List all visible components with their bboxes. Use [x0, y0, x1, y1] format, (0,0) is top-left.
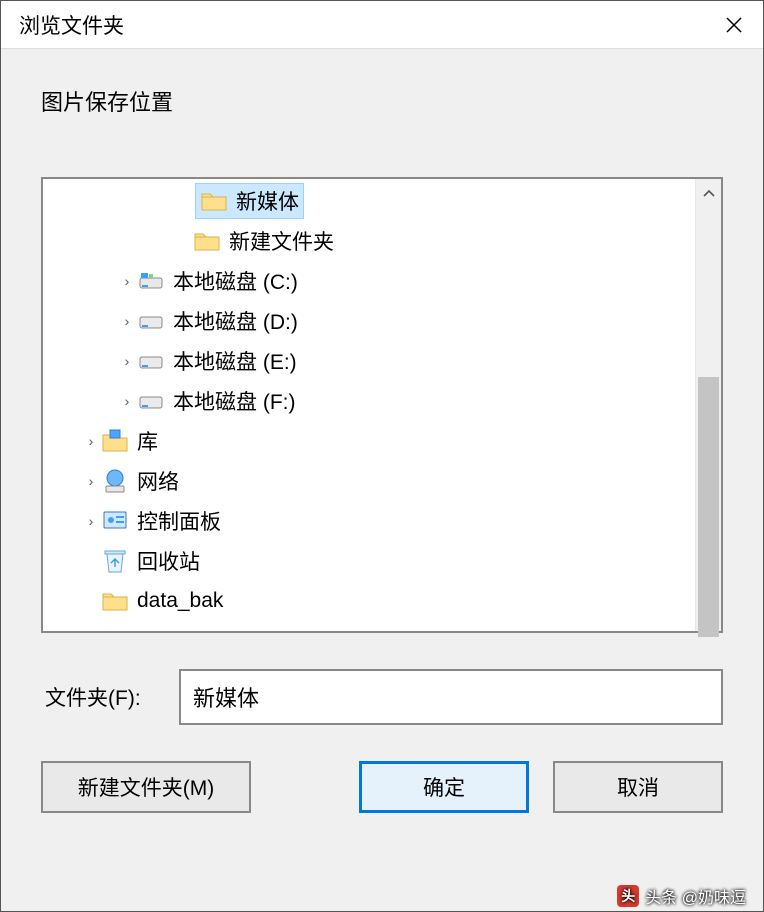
new-folder-label: 新建文件夹(M) — [78, 772, 214, 802]
scroll-track[interactable] — [696, 207, 721, 603]
tree-item[interactable]: › 本地磁盘 (C:) — [43, 261, 721, 301]
network-icon — [101, 467, 129, 495]
cancel-button[interactable]: 取消 — [553, 761, 723, 813]
tree-item-label: 新建文件夹 — [229, 226, 334, 256]
tree-item[interactable]: › 本地磁盘 (D:) — [43, 301, 721, 341]
folder-name-value: 新媒体 — [193, 681, 259, 713]
disk-icon — [137, 387, 165, 415]
expander-icon[interactable]: › — [117, 353, 137, 369]
folder-name-input[interactable]: 新媒体 — [179, 669, 723, 725]
tree-item[interactable]: ›库 — [43, 421, 721, 461]
watermark-text: 头条 @奶味逗 — [645, 884, 746, 908]
titlebar: 浏览文件夹 — [1, 1, 763, 49]
close-button[interactable] — [705, 1, 763, 49]
expander-icon[interactable]: › — [81, 433, 101, 449]
tree-item-label: 本地磁盘 (E:) — [173, 346, 297, 376]
tree-scroll-area[interactable]: 新媒体新建文件夹 › 本地磁盘 (C:) › 本地磁盘 (D:) › 本地磁盘 (E:) › 本… — [43, 179, 721, 631]
prompt-text: 图片保存位置 — [41, 85, 723, 117]
watermark-icon: 头 — [617, 885, 639, 907]
cancel-label: 取消 — [617, 772, 659, 802]
folder-tree: 新媒体新建文件夹 › 本地磁盘 (C:) › 本地磁盘 (D:) › 本地磁盘 (E:) › 本… — [41, 177, 723, 633]
folder-icon — [101, 587, 129, 615]
folder-name-row: 文件夹(F): 新媒体 — [41, 669, 723, 725]
scroll-thumb[interactable] — [698, 377, 719, 637]
expander-icon[interactable]: › — [81, 473, 101, 489]
ok-button[interactable]: 确定 — [359, 761, 529, 813]
folder-name-label: 文件夹(F): — [41, 682, 161, 712]
ok-label: 确定 — [423, 772, 465, 802]
tree-item[interactable]: › 网络 — [43, 461, 721, 501]
new-folder-button[interactable]: 新建文件夹(M) — [41, 761, 251, 813]
chevron-up-icon — [703, 189, 715, 197]
folder-icon — [200, 187, 228, 215]
folder-icon — [193, 227, 221, 255]
expander-icon[interactable]: › — [117, 273, 137, 289]
watermark: 头 头条 @奶味逗 — [617, 884, 746, 908]
close-icon — [725, 16, 743, 34]
tree-item-label: 本地磁盘 (D:) — [173, 306, 298, 336]
disk-icon — [137, 347, 165, 375]
tree-item-label: 库 — [137, 426, 158, 456]
tree-item-label: data_bak — [137, 589, 223, 613]
expander-icon[interactable]: › — [117, 393, 137, 409]
tree-item[interactable]: 新建文件夹 — [43, 221, 721, 261]
tree-item[interactable]: › 本地磁盘 (E:) — [43, 341, 721, 381]
tree-item[interactable]: data_bak — [43, 581, 721, 621]
tree-item-label: 新媒体 — [236, 186, 299, 216]
expander-icon[interactable]: › — [117, 313, 137, 329]
library-icon — [101, 427, 129, 455]
control-panel-icon — [101, 507, 129, 535]
tree-item-label: 控制面板 — [137, 506, 221, 536]
window-title: 浏览文件夹 — [19, 10, 705, 40]
recycle-bin-icon — [101, 547, 129, 575]
tree-item[interactable]: 回收站 — [43, 541, 721, 581]
tree-item-label: 本地磁盘 (F:) — [173, 386, 295, 416]
scroll-up-button[interactable] — [696, 179, 721, 207]
tree-item-label: 回收站 — [137, 546, 200, 576]
tree-item[interactable]: › 控制面板 — [43, 501, 721, 541]
disk-icon — [137, 307, 165, 335]
scrollbar[interactable] — [695, 179, 721, 631]
expander-icon[interactable]: › — [81, 513, 101, 529]
dialog-content: 图片保存位置 新媒体新建文件夹›本地磁盘 (C:)›本地磁盘 (D:)›本地磁盘… — [1, 49, 763, 911]
disk-c-icon — [137, 267, 165, 295]
tree-item[interactable]: › 本地磁盘 (F:) — [43, 381, 721, 421]
tree-item-label: 网络 — [137, 466, 179, 496]
button-row: 新建文件夹(M) 确定 取消 — [41, 761, 723, 813]
tree-item-label: 本地磁盘 (C:) — [173, 266, 298, 296]
tree-item[interactable]: 新媒体 — [43, 181, 721, 221]
